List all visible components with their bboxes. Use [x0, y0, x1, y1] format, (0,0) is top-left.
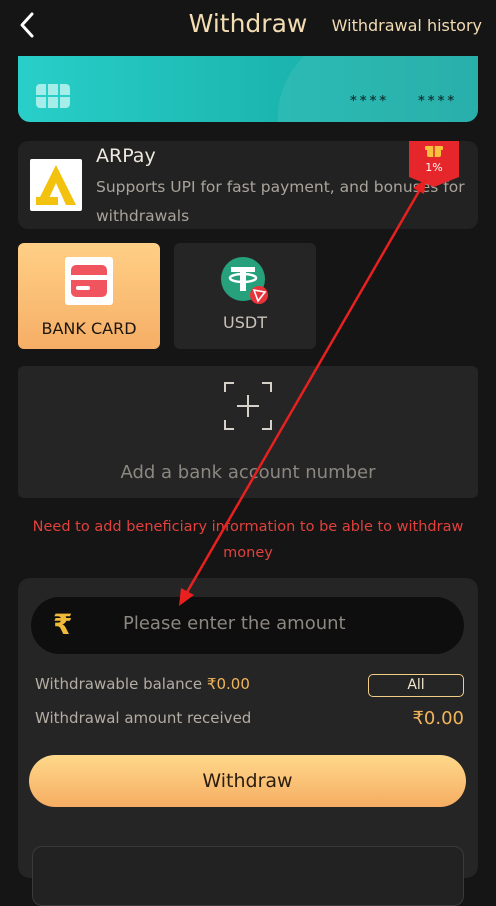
card-number-left: **** — [350, 94, 390, 109]
withdrawal-history-link[interactable]: Withdrawal history — [332, 16, 482, 35]
add-bank-account-box[interactable]: Add a bank account number — [18, 366, 478, 498]
add-plus-icon — [224, 382, 272, 430]
withdrawable-balance-label: Withdrawable balance — [35, 675, 203, 693]
bottom-panel — [32, 846, 464, 906]
method-usdt[interactable]: USDT — [174, 243, 316, 349]
amount-input[interactable]: ₹ Please enter the amount — [31, 597, 464, 654]
bonus-badge: 1% — [409, 141, 459, 187]
header-bar: Withdraw Withdrawal history — [0, 0, 496, 50]
method-usdt-label: USDT — [223, 313, 267, 332]
bank-card-icon — [65, 257, 113, 305]
withdraw-form: ₹ Please enter the amount Withdrawable b… — [18, 578, 478, 906]
card-number-right: **** — [418, 94, 458, 109]
arpay-logo — [30, 159, 82, 211]
bank-card-preview: **** **** — [18, 56, 478, 122]
received-value: ₹0.00 — [412, 708, 464, 729]
card-chip-icon — [36, 84, 70, 108]
received-label: Withdrawal amount received — [35, 709, 252, 727]
amount-placeholder: Please enter the amount — [123, 613, 346, 634]
method-bank-card[interactable]: BANK CARD — [18, 243, 160, 349]
add-bank-account-label: Add a bank account number — [120, 462, 376, 483]
arpay-name: ARPay — [96, 145, 156, 167]
method-bank-card-label: BANK CARD — [41, 319, 137, 338]
card-shine — [278, 56, 478, 122]
withdraw-button[interactable]: Withdraw — [29, 755, 466, 807]
withdrawable-balance: Withdrawable balance ₹0.00 — [35, 675, 250, 693]
bonus-badge-text: 1% — [425, 161, 443, 174]
arpay-option[interactable]: ARPay Supports UPI for fast payment, and… — [18, 141, 478, 229]
rupee-icon: ₹ — [53, 608, 73, 641]
beneficiary-warning: Need to add beneficiary information to b… — [32, 519, 464, 561]
withdrawable-balance-value: ₹0.00 — [206, 675, 250, 693]
usdt-icon — [221, 257, 269, 305]
all-button[interactable]: All — [368, 674, 464, 697]
